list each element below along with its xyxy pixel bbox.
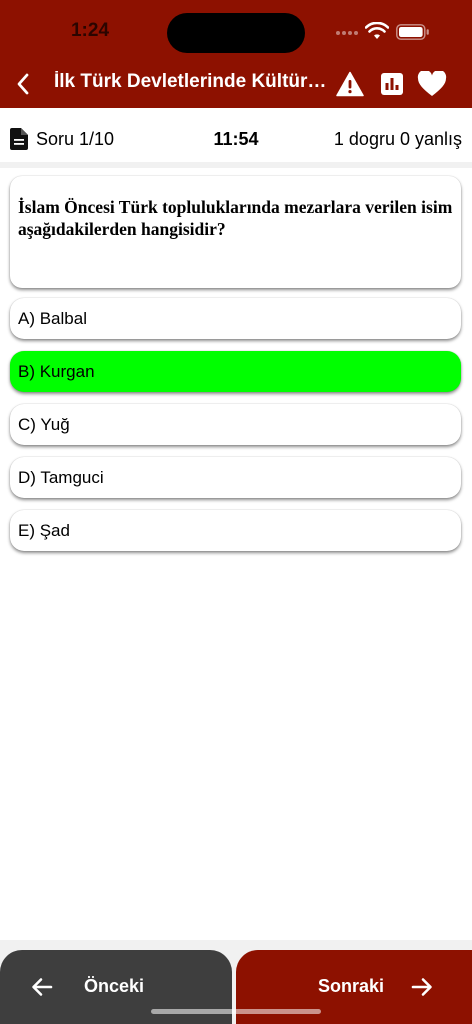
option-label: E) Şad (18, 520, 70, 540)
question-counter: Soru 1/10 (10, 128, 114, 150)
option-label: D) Tamguci (18, 467, 104, 487)
warning-icon (336, 71, 364, 97)
option-label: B) Kurgan (18, 361, 95, 381)
favorite-button[interactable] (416, 68, 448, 100)
stats-icon (381, 73, 403, 95)
previous-label: Önceki (84, 976, 145, 996)
page-title: İlk Türk Devletlerinde Kültür ve Medeniy… (54, 71, 330, 92)
app-header: 1:24 İlk Türk Devletlerinde Kültür ve Me… (0, 0, 472, 108)
arrow-left-icon (32, 978, 53, 996)
heart-icon (417, 71, 447, 96)
option-label: A) Balbal (18, 308, 87, 328)
wifi-icon (365, 22, 389, 39)
report-button[interactable] (334, 68, 366, 100)
document-icon (10, 128, 28, 150)
question-text: İslam Öncesi Türk topluluklarında mezarl… (18, 197, 453, 239)
option-e[interactable]: E) Şad (10, 510, 461, 551)
stats-button[interactable] (376, 68, 408, 100)
signal-icon (336, 31, 360, 37)
score: 1 dogru 0 yanlış (333, 129, 462, 149)
home-indicator (151, 1009, 321, 1014)
option-d[interactable]: D) Tamguci (10, 457, 461, 498)
next-label: Sonraki (318, 976, 385, 996)
battery-icon (396, 24, 429, 40)
option-a[interactable]: A) Balbal (10, 298, 461, 339)
question-card: İslam Öncesi Türk topluluklarında mezarl… (10, 176, 461, 288)
back-button[interactable] (8, 66, 38, 102)
option-b[interactable]: B) Kurgan (10, 351, 461, 392)
option-c[interactable]: C) Yuğ (10, 404, 461, 445)
status-time: 1:24 (70, 20, 110, 41)
dynamic-island (167, 13, 305, 53)
quiz-info-bar: Soru 1/10 11:54 1 dogru 0 yanlış (0, 108, 472, 168)
option-label: C) Yuğ (18, 414, 70, 434)
timer: 11:54 (213, 129, 259, 149)
question-counter-text: Soru 1/10 (36, 128, 115, 149)
back-chevron-icon (17, 73, 29, 95)
arrow-right-icon (411, 978, 432, 996)
